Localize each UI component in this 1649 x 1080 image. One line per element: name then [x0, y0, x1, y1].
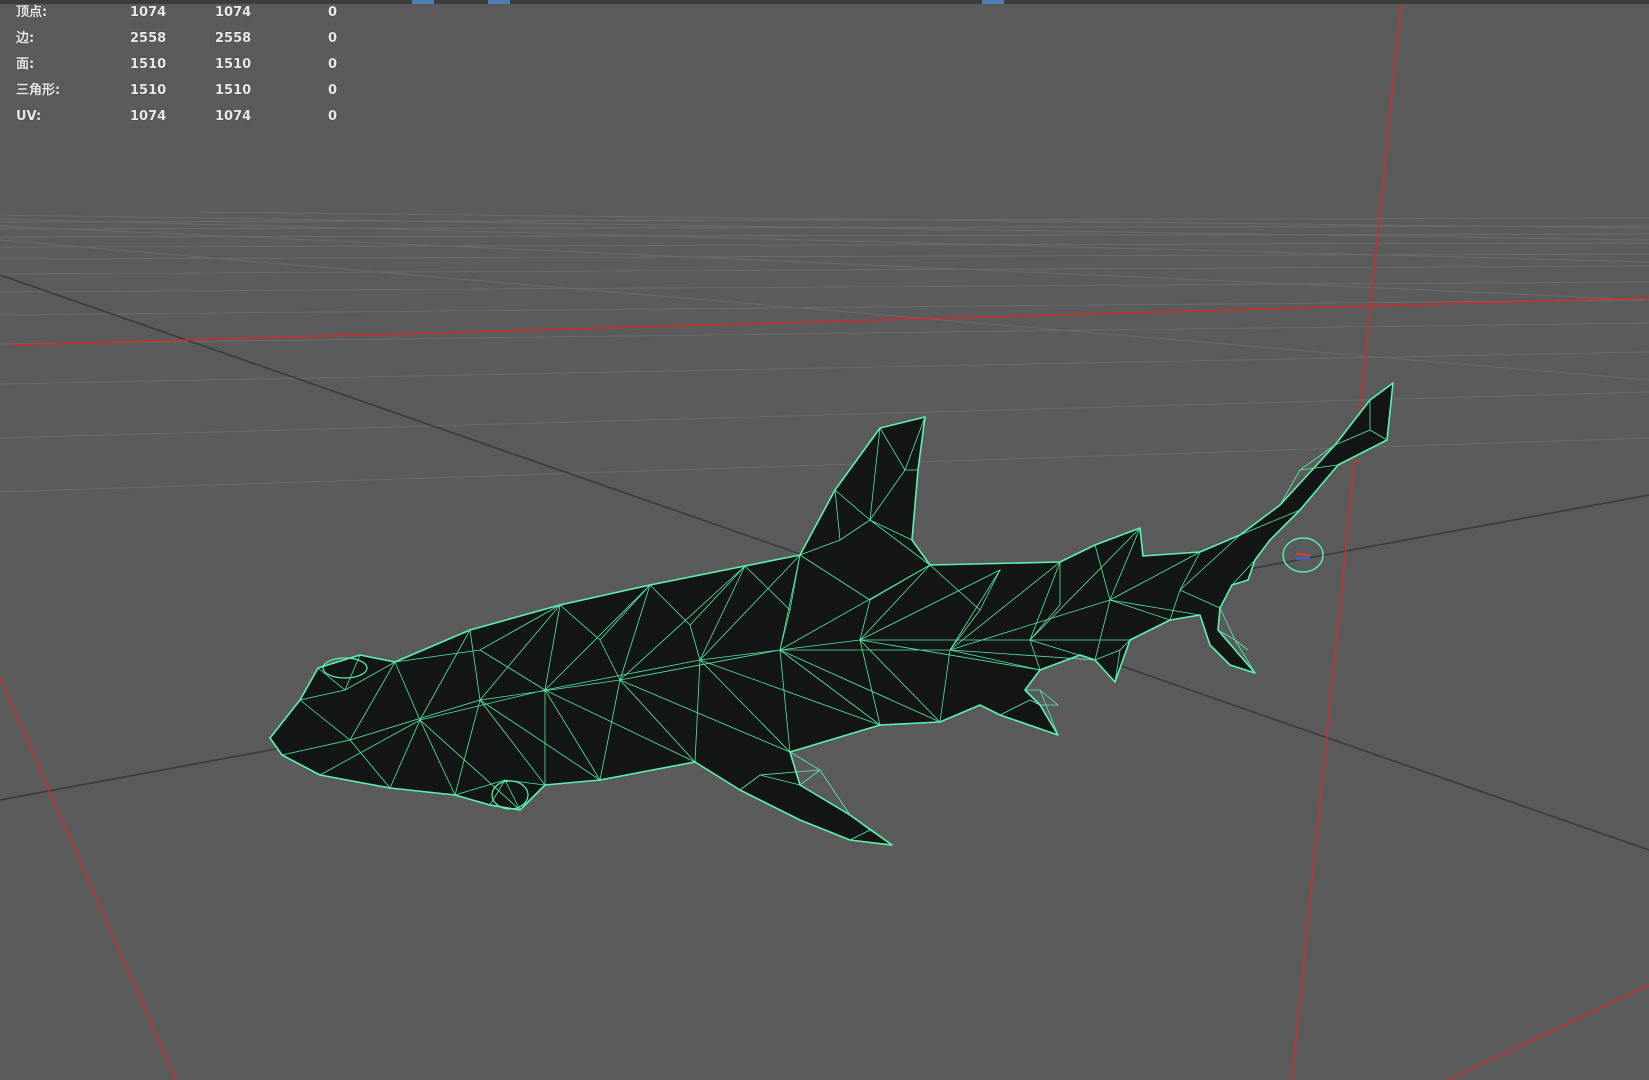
hud-value: 1074: [130, 109, 167, 124]
hud-value: 2558: [215, 31, 252, 46]
hud-label: 三角形:: [16, 83, 61, 98]
hud-value: 0: [328, 5, 338, 20]
hud-value: 1074: [215, 109, 252, 124]
pivot-axis-red: [1295, 553, 1311, 556]
hud-label: UV:: [16, 109, 42, 124]
hud-value: 0: [328, 109, 338, 124]
hud-value: 0: [328, 83, 338, 98]
pivot-axis-blue: [1295, 557, 1311, 560]
hud-value: 1074: [215, 5, 252, 20]
hud-value: 1510: [215, 83, 252, 98]
hud-label: 顶点:: [16, 5, 48, 20]
viewport-scene[interactable]: [0, 0, 1649, 1080]
ground-grid: [0, 211, 1649, 493]
3d-viewport[interactable]: 顶点: 1074 1074 0 边: 2558 2558 0 面: 1510 1…: [0, 0, 1649, 1080]
hud-value: 1510: [130, 83, 167, 98]
hud-value: 1510: [215, 57, 252, 72]
hud-value: 1510: [130, 57, 167, 72]
hud-value: 2558: [130, 31, 167, 46]
hud-value: 1074: [130, 5, 167, 20]
hud-label: 边:: [16, 31, 35, 46]
hud-label: 面:: [16, 57, 35, 72]
hud-value: 0: [328, 31, 338, 46]
hud-value: 0: [328, 57, 338, 72]
